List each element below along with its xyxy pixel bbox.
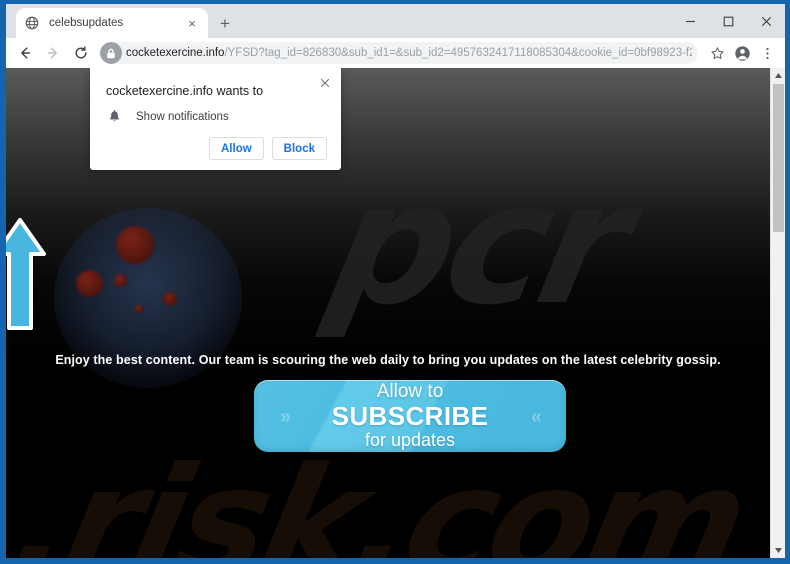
close-window-button[interactable] [747, 4, 785, 38]
reload-button[interactable] [68, 40, 94, 66]
maximize-button[interactable] [709, 4, 747, 38]
watermark-top: pcr [315, 146, 642, 342]
bell-icon [106, 109, 122, 125]
url-path: /YFSD?tag_id=826830&sub_id1=&sub_id2=495… [224, 47, 692, 59]
dialog-permission-label: Show notifications [136, 111, 229, 123]
dialog-permission-row: Show notifications [106, 109, 325, 125]
block-button[interactable]: Block [271, 137, 327, 160]
window-controls [671, 4, 785, 38]
decorative-dot [116, 226, 154, 264]
chevron-right-icon: » [280, 406, 291, 428]
browser-toolbar: cocketexercine.info/YFSD?tag_id=826830&s… [6, 38, 785, 68]
watermark-bottom: .risk.com [6, 436, 758, 558]
browser-menu-icon[interactable] [755, 41, 779, 65]
padlock-icon[interactable] [100, 42, 122, 64]
decorative-dot [163, 292, 177, 306]
scroll-up-arrow-icon[interactable] [771, 68, 785, 83]
decorative-dot [114, 274, 127, 287]
browser-tab[interactable]: celebsupdates × [16, 8, 208, 38]
minimize-button[interactable] [671, 4, 709, 38]
browser-window: celebsupdates × + cocketexercine.info/YF… [6, 4, 785, 558]
scrollbar-thumb[interactable] [773, 84, 784, 232]
notification-permission-dialog: cocketexercine.info wants to Show notifi… [90, 68, 341, 170]
dialog-close-icon[interactable] [316, 74, 334, 92]
forward-button[interactable] [40, 40, 66, 66]
scroll-down-arrow-icon[interactable] [771, 543, 785, 558]
page-headline: Enjoy the best content. Our team is scou… [55, 353, 721, 367]
subscribe-line-3: for updates [364, 430, 456, 450]
page-viewport: pcr .risk.com Enjoy the best content. Ou… [6, 68, 785, 558]
globe-icon [24, 15, 40, 31]
url-text: cocketexercine.info/YFSD?tag_id=826830&s… [126, 42, 692, 64]
up-arrow-icon [6, 216, 50, 336]
subscribe-button-content: » « Allow to SUBSCRIBE for updates [254, 382, 566, 450]
tab-strip: celebsupdates × + [6, 4, 785, 38]
window-frame: celebsupdates × + cocketexercine.info/YF… [0, 0, 790, 564]
profile-icon[interactable] [730, 41, 754, 65]
dialog-title: cocketexercine.info wants to [106, 84, 264, 98]
back-button[interactable] [12, 40, 38, 66]
tab-title: celebsupdates [49, 17, 124, 29]
subscribe-button[interactable]: » « Allow to SUBSCRIBE for updates [254, 380, 566, 452]
tab-close-icon[interactable]: × [184, 15, 200, 31]
new-tab-button[interactable]: + [214, 12, 236, 34]
subscribe-line-2: SUBSCRIBE [331, 401, 489, 431]
address-bar[interactable]: cocketexercine.info/YFSD?tag_id=826830&s… [100, 42, 698, 64]
decorative-dot [135, 305, 143, 313]
bookmark-star-icon[interactable] [705, 41, 729, 65]
decorative-dot [76, 270, 103, 297]
dialog-actions: Allow Block [201, 137, 327, 160]
page-scrollbar[interactable] [770, 68, 785, 558]
subscribe-line-1: Allow to [376, 381, 444, 402]
url-host: cocketexercine.info [126, 47, 225, 59]
allow-button[interactable]: Allow [209, 137, 264, 160]
chevron-left-icon: « [530, 406, 542, 428]
